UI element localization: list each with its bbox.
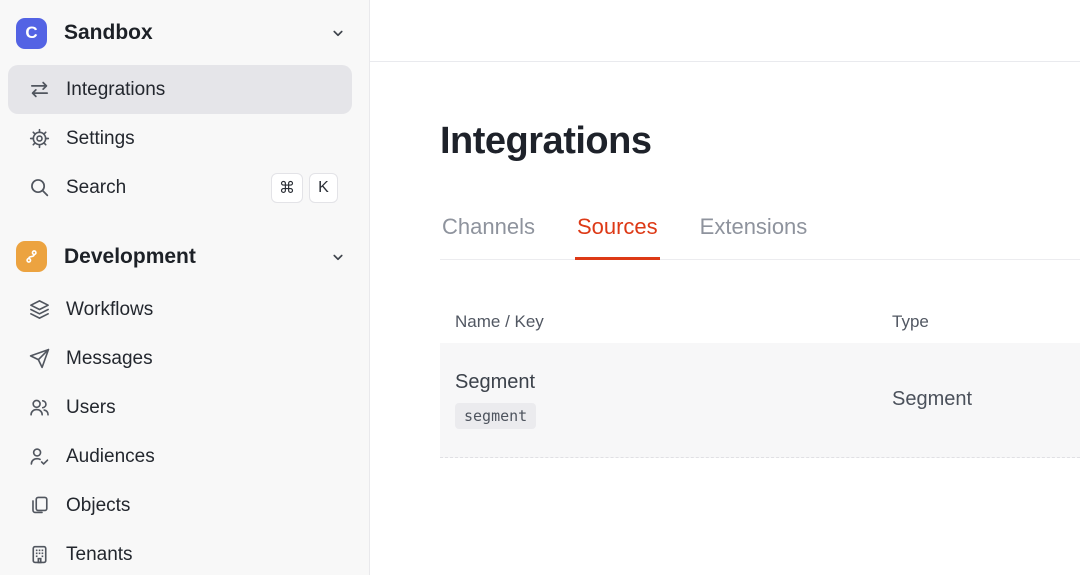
- layers-icon: [28, 298, 51, 321]
- sidebar-item-users[interactable]: Users: [8, 383, 352, 432]
- sidebar-item-label: Tenants: [66, 543, 133, 565]
- sidebar-item-label: Settings: [66, 127, 135, 149]
- search-shortcut: ⌘ K: [271, 172, 338, 203]
- column-header-name-key: Name / Key: [455, 311, 544, 331]
- sidebar-item-tenants[interactable]: Tenants: [8, 530, 352, 575]
- sidebar-section-development[interactable]: Development: [0, 228, 369, 285]
- chevron-down-icon: [329, 248, 347, 266]
- kbd-cmd: ⌘: [271, 172, 303, 203]
- sidebar-item-label: Objects: [66, 494, 131, 516]
- branch-icon: [16, 241, 47, 272]
- sidebar-item-workflows[interactable]: Workflows: [8, 285, 352, 334]
- workspace-name: Sandbox: [64, 21, 153, 44]
- cell-name-key: Segment segment: [440, 343, 877, 457]
- integration-key-badge: segment: [455, 402, 537, 429]
- sidebar: C Sandbox Integrations Settings Search ⌘…: [0, 0, 370, 575]
- integrations-page: Integrations Channels Sources Extensions…: [370, 62, 1080, 458]
- kbd-k: K: [309, 172, 338, 203]
- workspace-switcher[interactable]: C Sandbox: [0, 10, 369, 56]
- sidebar-item-label: Audiences: [66, 445, 155, 467]
- table-header: Name / Key Type: [440, 301, 1080, 343]
- swap-arrows-icon: [28, 78, 51, 101]
- main-area: Integrations Channels Sources Extensions…: [370, 0, 1080, 575]
- page-title: Integrations: [440, 120, 652, 162]
- table-row[interactable]: Segment segment Segment: [440, 342, 1080, 458]
- person-check-icon: [28, 445, 51, 468]
- sidebar-item-label: Integrations: [66, 78, 166, 100]
- tab-bar: Channels Sources Extensions: [440, 214, 1080, 260]
- sidebar-item-messages[interactable]: Messages: [8, 334, 352, 383]
- sidebar-item-integrations[interactable]: Integrations: [8, 65, 352, 114]
- integration-type: Segment: [892, 388, 973, 411]
- sources-table: Name / Key Type Segment segment Segment: [440, 301, 1080, 458]
- sidebar-item-search[interactable]: Search ⌘ K: [8, 163, 352, 212]
- chevron-down-icon: [329, 24, 347, 42]
- search-icon: [28, 176, 51, 199]
- tab-extensions[interactable]: Extensions: [698, 214, 810, 260]
- sidebar-section-label: Development: [64, 244, 196, 268]
- cell-type: Segment: [877, 343, 1080, 457]
- copy-pages-icon: [28, 494, 51, 517]
- sidebar-item-label: Messages: [66, 347, 153, 369]
- sidebar-nav: Integrations Settings Search ⌘ K Develop…: [0, 65, 369, 575]
- column-header-type: Type: [892, 311, 929, 331]
- top-bar: [370, 0, 1080, 62]
- integration-name: Segment: [455, 370, 536, 393]
- users-icon: [28, 396, 51, 419]
- paper-plane-icon: [28, 347, 51, 370]
- sidebar-item-audiences[interactable]: Audiences: [8, 432, 352, 481]
- sidebar-item-label: Workflows: [66, 298, 154, 320]
- sidebar-item-label: Users: [66, 396, 116, 418]
- tab-channels[interactable]: Channels: [440, 214, 537, 260]
- gear-icon: [28, 127, 51, 150]
- tab-sources[interactable]: Sources: [574, 214, 660, 260]
- app-logo: C: [16, 17, 47, 49]
- building-icon: [28, 543, 51, 566]
- sidebar-item-objects[interactable]: Objects: [8, 481, 352, 530]
- sidebar-item-settings[interactable]: Settings: [8, 114, 352, 163]
- sidebar-item-label: Search: [66, 176, 127, 198]
